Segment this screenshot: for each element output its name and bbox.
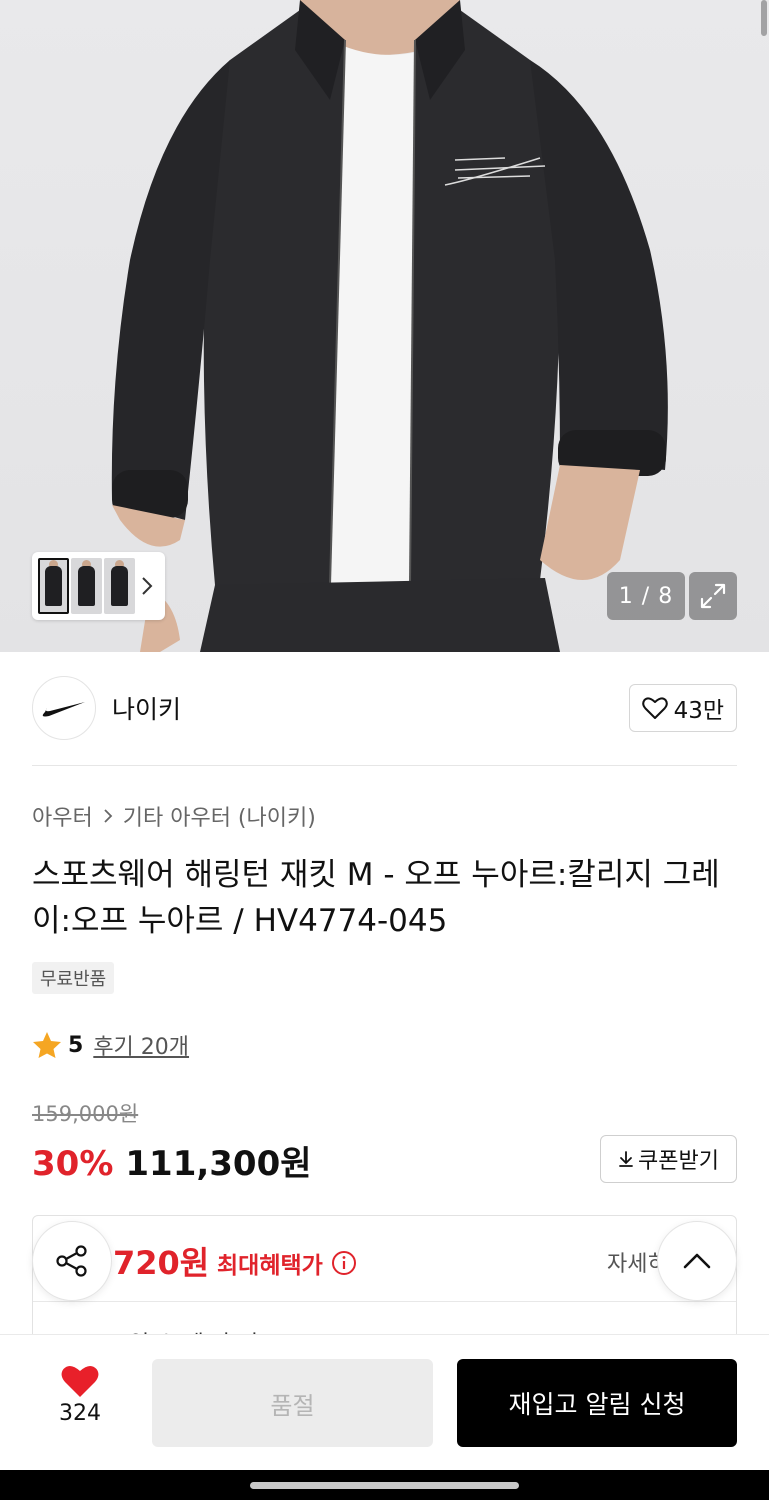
- swoosh-icon: [42, 702, 85, 717]
- max-benefit-price: 720원: [113, 1244, 210, 1282]
- sale-price: 111,300원: [125, 1144, 312, 1184]
- thumbnail-strip[interactable]: [32, 552, 165, 620]
- price-row: 30% 111,300원: [32, 1136, 312, 1185]
- breadcrumb-category[interactable]: 아우터: [32, 800, 93, 832]
- brand-logo[interactable]: [32, 676, 96, 740]
- share-button[interactable]: [32, 1221, 112, 1301]
- chevron-up-icon: [683, 1253, 711, 1269]
- star-icon: [33, 1032, 61, 1058]
- thumbnail-3[interactable]: [104, 558, 135, 614]
- thumbnail-1[interactable]: [38, 558, 69, 614]
- chevron-right-icon: [104, 809, 113, 823]
- brand-name[interactable]: 나이키: [112, 690, 181, 726]
- bottom-action-bar: 324 품절 재입고 알림 신청: [0, 1334, 769, 1470]
- wishlist-count: 324: [59, 1401, 101, 1426]
- max-benefit-row[interactable]: 720원 최대혜택가 자세히: [33, 1216, 736, 1302]
- expand-button[interactable]: [689, 572, 737, 620]
- soldout-button[interactable]: 품절: [152, 1359, 433, 1447]
- original-price: 159,000원: [32, 1102, 139, 1126]
- download-icon: [619, 1151, 633, 1167]
- free-return-badge: 무료반품: [32, 962, 115, 994]
- rating-score: 5: [68, 1032, 84, 1058]
- chevron-right-icon[interactable]: [137, 576, 157, 596]
- expand-icon: [700, 583, 726, 609]
- review-link[interactable]: 후기 20개: [93, 1029, 189, 1061]
- info-icon[interactable]: [331, 1250, 357, 1276]
- brand-row: 나이키 43만: [32, 676, 737, 740]
- rating-row: 5 후기 20개: [32, 1028, 189, 1062]
- brand-like-count: 43만: [673, 698, 724, 724]
- discount-rate: 30%: [32, 1144, 114, 1184]
- divider: [32, 765, 737, 766]
- breadcrumb: 아우터 기타 아우터 (나이키): [32, 800, 316, 832]
- brand-like-button[interactable]: 43만: [628, 684, 737, 732]
- home-indicator[interactable]: [250, 1482, 519, 1489]
- page-scroll-indicator: [761, 0, 767, 36]
- coupon-button[interactable]: 쿠폰받기: [600, 1135, 737, 1183]
- heart-outline-icon: [641, 697, 668, 719]
- thumbnail-2[interactable]: [71, 558, 102, 614]
- image-page-counter: 1 / 8: [607, 572, 685, 620]
- max-benefit-label: 최대혜택가: [217, 1253, 323, 1279]
- restock-alert-button[interactable]: 재입고 알림 신청: [457, 1359, 737, 1447]
- max-benefit-label-group: 최대혜택가: [217, 1246, 357, 1280]
- product-image-gallery[interactable]: 1 / 8: [0, 0, 769, 652]
- wishlist-button[interactable]: 324: [40, 1363, 120, 1426]
- share-icon: [56, 1245, 87, 1277]
- coupon-button-label: 쿠폰받기: [638, 1149, 719, 1174]
- heart-filled-icon: [61, 1365, 99, 1397]
- product-title: 스포츠웨어 해링턴 재킷 M - 오프 누아르:칼리지 그레이:오프 누아르 /…: [32, 857, 720, 939]
- breadcrumb-subcategory[interactable]: 기타 아우터 (나이키): [123, 800, 316, 832]
- scroll-top-button[interactable]: [657, 1221, 737, 1301]
